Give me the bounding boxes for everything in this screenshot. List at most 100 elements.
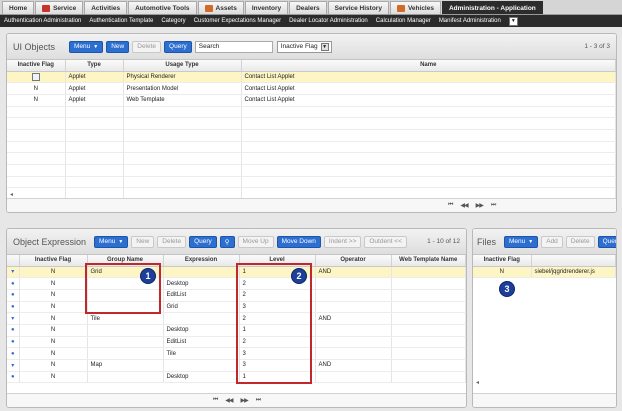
bullet-icon[interactable]: ● xyxy=(11,327,15,333)
prev-page-icon[interactable]: ◀◀ xyxy=(225,397,233,404)
table-row[interactable]: Nsiebel/jqgridrenderer.js xyxy=(473,266,616,279)
tab-5[interactable]: Inventory xyxy=(244,1,289,14)
subnav-item-3[interactable]: Customer Expectations Manager xyxy=(194,18,281,24)
table-row[interactable]: N Applet Web Template Contact List Applet xyxy=(7,94,616,107)
expr-move-down-button[interactable]: Move Down xyxy=(276,235,321,248)
expr-new-button[interactable]: New xyxy=(131,235,155,248)
expr-delete-button[interactable]: Delete xyxy=(157,235,187,248)
column-header[interactable]: Inactive Flag xyxy=(19,255,88,267)
tree-marker-cell[interactable]: ● xyxy=(7,336,20,349)
tab-2[interactable]: Activities xyxy=(84,1,128,14)
ui-objects-title: UI Objects xyxy=(13,41,56,52)
column-header[interactable] xyxy=(7,255,20,267)
column-header[interactable]: Operator xyxy=(315,255,392,267)
bullet-icon[interactable]: ● xyxy=(11,351,15,357)
subnav-item-0[interactable]: Authentication Administration xyxy=(4,18,81,24)
tab-8[interactable]: Vehicles xyxy=(389,1,441,14)
empty-cell xyxy=(123,117,242,130)
tree-marker-cell[interactable]: ▾ xyxy=(7,312,20,325)
tab-9[interactable]: Administration - Application xyxy=(441,1,543,14)
files-query-button[interactable]: Query xyxy=(597,235,616,248)
ui-objects-query-button[interactable]: Query xyxy=(164,40,192,53)
files-footer xyxy=(473,393,616,407)
expand-icon[interactable]: ▾ xyxy=(11,363,14,369)
tab-4[interactable]: Assets xyxy=(197,1,244,14)
tab-0[interactable]: Home xyxy=(2,1,35,14)
column-header[interactable]: Web Template Name xyxy=(391,255,466,267)
first-page-icon[interactable]: ⏮ xyxy=(213,397,219,404)
ui-objects-search-input[interactable]: Search xyxy=(194,40,273,53)
tree-marker-cell[interactable]: ● xyxy=(7,324,20,337)
prev-page-icon[interactable]: ◀◀ xyxy=(460,202,468,209)
scroll-left-icon[interactable]: ◂ xyxy=(476,379,479,386)
table-row[interactable]: N Applet Presentation Model Contact List Ap… xyxy=(7,82,616,95)
subnav-item-6[interactable]: Manifest Administration xyxy=(439,18,501,24)
expand-icon[interactable]: ▾ xyxy=(11,269,14,275)
expand-icon[interactable]: ▾ xyxy=(11,316,14,322)
tab-label: Dealers xyxy=(296,4,320,12)
chevron-down-icon[interactable]: ▼ xyxy=(508,16,518,26)
group-cell: Map xyxy=(87,359,164,372)
column-header[interactable]: Expression xyxy=(163,255,240,267)
expr-indent-button[interactable]: Indent >> xyxy=(323,235,362,248)
bullet-icon[interactable]: ● xyxy=(11,281,15,287)
subnav-item-2[interactable]: Category xyxy=(161,18,185,24)
ui-objects-filter-select[interactable]: Inactive Flag ▼ xyxy=(276,40,332,53)
expr-outdent-button[interactable]: Outdent << xyxy=(364,235,407,248)
expr-query-button[interactable]: Query xyxy=(189,235,217,248)
checkbox[interactable] xyxy=(31,72,40,81)
tab-1[interactable]: Service xyxy=(35,1,84,14)
tab-3[interactable]: Automotive Tools xyxy=(128,1,197,14)
column-header[interactable]: Usage Type xyxy=(123,60,242,72)
callout-3: 3 xyxy=(499,281,515,297)
inactive-flag-cell[interactable]: N xyxy=(7,82,66,95)
next-page-icon[interactable]: ▶▶ xyxy=(241,397,249,404)
subnav-item-5[interactable]: Calculation Manager xyxy=(376,18,431,24)
table-row[interactable]: Applet Physical Renderer Contact List Appl… xyxy=(7,71,616,84)
scroll-left-icon[interactable]: ◂ xyxy=(10,191,13,198)
chevron-down-icon: ▼ xyxy=(528,238,534,245)
files-add-button[interactable]: Add xyxy=(541,235,563,248)
tree-marker-cell[interactable]: ● xyxy=(7,371,20,384)
last-page-icon[interactable]: ⏭ xyxy=(491,202,497,209)
bullet-icon[interactable]: ● xyxy=(11,292,15,298)
column-header[interactable]: Inactive Flag xyxy=(7,60,66,72)
inactive-flag-cell[interactable] xyxy=(7,71,66,84)
first-page-icon[interactable]: ⏮ xyxy=(448,202,454,209)
tree-marker-cell[interactable]: ● xyxy=(7,277,20,290)
tree-marker-cell[interactable]: ▾ xyxy=(7,359,20,372)
files-menu-button[interactable]: Menu ▼ xyxy=(504,235,539,248)
tree-marker-cell[interactable]: ▾ xyxy=(7,266,20,279)
expr-search-button[interactable]: ⚲ xyxy=(219,235,235,248)
ui-objects-menu-button[interactable]: Menu ▼ xyxy=(69,40,104,53)
subnav-item-4[interactable]: Dealer Locator Administration xyxy=(289,18,368,24)
column-header[interactable]: Type xyxy=(65,60,124,72)
chevron-down-icon[interactable]: ▼ xyxy=(320,42,329,51)
expr-menu-button[interactable]: Menu ▼ xyxy=(94,235,129,248)
expr-move-up-button[interactable]: Move Up xyxy=(237,235,274,248)
expr-cell: Desktop xyxy=(163,277,240,290)
column-header[interactable]: Name xyxy=(241,60,616,72)
tree-marker-cell[interactable]: ● xyxy=(7,289,20,302)
empty-cell xyxy=(241,152,616,165)
tab-7[interactable]: Service History xyxy=(327,1,389,14)
sub-navigation-bar: Authentication Administration Authenticat… xyxy=(0,15,622,27)
last-page-icon[interactable]: ⏭ xyxy=(256,397,262,404)
subnav-item-1[interactable]: Authentication Template xyxy=(89,18,153,24)
ui-objects-new-button[interactable]: New xyxy=(106,40,130,53)
files-delete-button[interactable]: Delete xyxy=(565,235,595,248)
column-header[interactable]: Inactive Flag xyxy=(473,255,532,267)
tab-6[interactable]: Dealers xyxy=(289,1,327,14)
tree-marker-cell[interactable]: ● xyxy=(7,347,20,360)
callout-2: 2 xyxy=(291,268,307,284)
bullet-icon[interactable]: ● xyxy=(11,304,15,310)
next-page-icon[interactable]: ▶▶ xyxy=(476,202,484,209)
bullet-icon[interactable]: ● xyxy=(11,339,15,345)
column-header[interactable] xyxy=(531,255,616,267)
tree-marker-cell[interactable]: ● xyxy=(7,301,20,314)
ui-objects-delete-button[interactable]: Delete xyxy=(132,40,162,53)
inactive-flag-cell[interactable]: N xyxy=(7,94,66,107)
op-cell xyxy=(315,289,392,302)
bullet-icon[interactable]: ● xyxy=(11,374,15,380)
tab-label: Vehicles xyxy=(407,4,434,12)
